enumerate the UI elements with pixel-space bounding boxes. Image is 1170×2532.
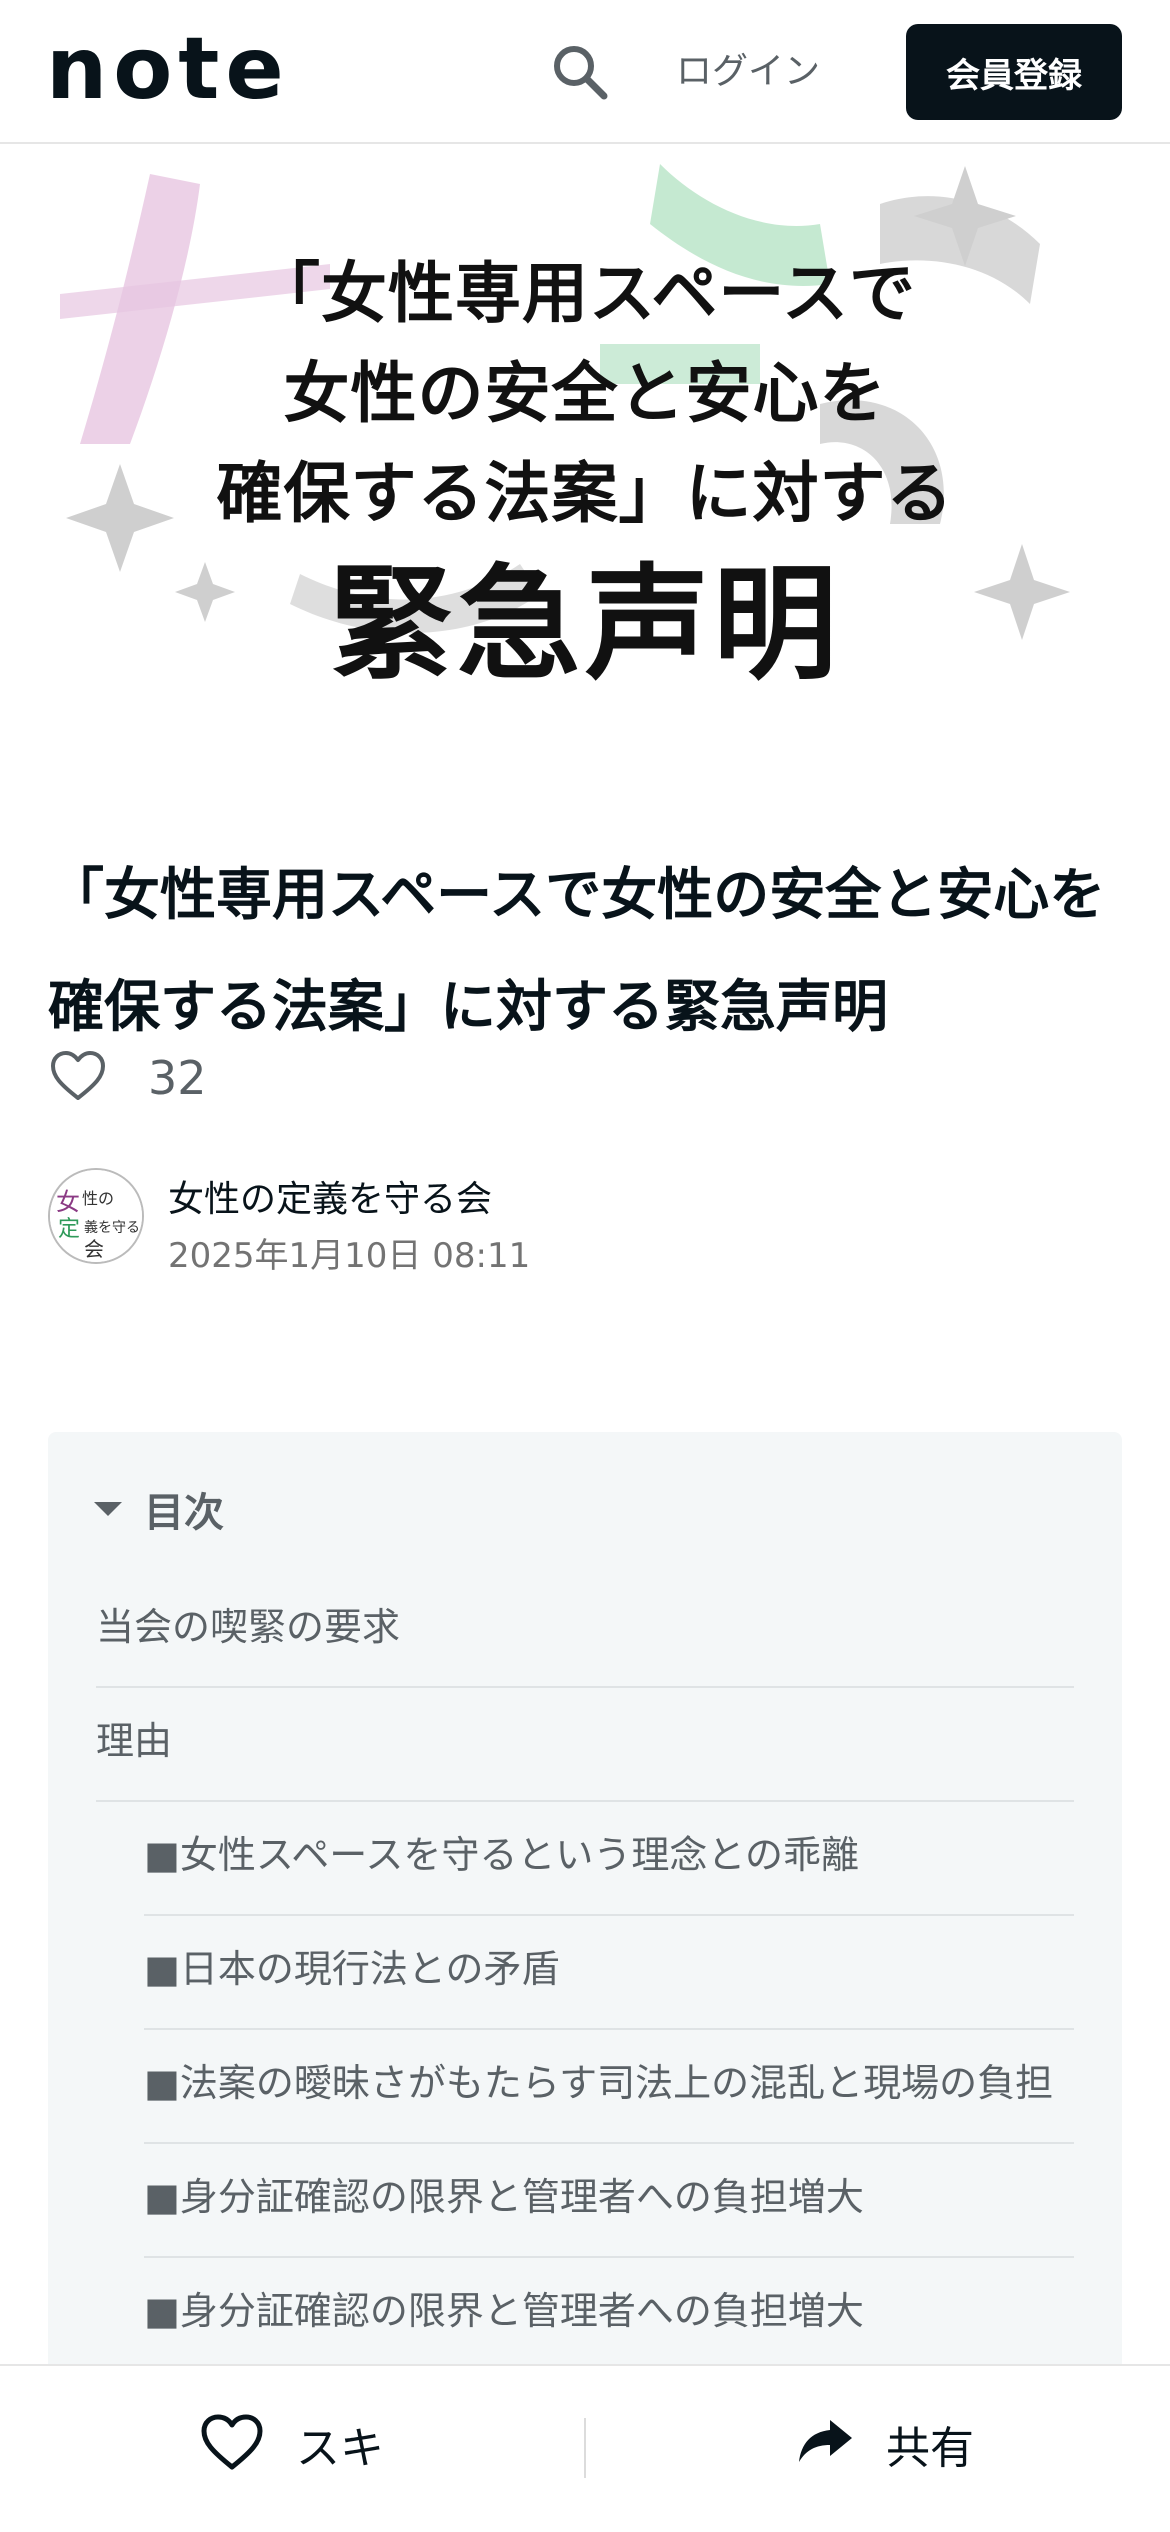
toc-subitem[interactable]: ■日本の現行法との矛盾: [144, 1916, 1074, 2030]
toc-subitem[interactable]: ■女性スペースを守るという理念との乖離: [144, 1802, 1074, 1916]
note-logo[interactable]: note: [46, 36, 346, 106]
site-header: note ログイン 会員登録: [0, 0, 1170, 144]
toc-subitem[interactable]: ■身分証確認の限界と管理者への負担増大: [144, 2144, 1074, 2258]
toc-label: 目次: [144, 1490, 224, 1536]
like-count: 32: [148, 1051, 207, 1105]
toc-subitem[interactable]: ■身分証確認の限界と管理者への負担増大: [144, 2258, 1074, 2372]
svg-text:性の: 性の: [82, 1189, 114, 1208]
toc-item[interactable]: 当会の喫緊の要求: [96, 1574, 1074, 1688]
search-icon[interactable]: [548, 40, 612, 104]
suki-label: スキ: [296, 2423, 384, 2474]
hero-text: 「女性専用スペースで 女性の安全と安心を 確保する法案」に対する 緊急声明: [0, 244, 1170, 700]
share-arrow-icon: [796, 2416, 854, 2472]
heart-icon: [200, 2413, 264, 2475]
svg-text:会: 会: [84, 1237, 104, 1261]
hero-image: 「女性専用スペースで 女性の安全と安心を 確保する法案」に対する 緊急声明: [0, 144, 1170, 744]
divider: [584, 2418, 586, 2478]
like-summary[interactable]: 32: [50, 1046, 207, 1110]
svg-text:note: note: [46, 36, 290, 106]
signup-button[interactable]: 会員登録: [906, 24, 1122, 120]
hero-headline: 緊急声明: [328, 553, 841, 697]
hero-line-3: 確保する法案」に対する: [216, 455, 954, 532]
share-label: 共有: [886, 2423, 974, 2474]
svg-text:女: 女: [56, 1188, 80, 1216]
hero-line-2: 女性の安全と安心を: [283, 355, 887, 432]
toc-toggle[interactable]: 目次: [94, 1480, 224, 1538]
hero-line-1: 「女性専用スペースで: [253, 255, 917, 332]
caret-down-icon: [94, 1502, 122, 1516]
login-link[interactable]: ログイン: [676, 44, 820, 100]
heart-icon[interactable]: [50, 1050, 106, 1106]
share-button[interactable]: 共有: [796, 2406, 974, 2482]
avatar[interactable]: 女 性の 定 義を守る 会: [48, 1168, 144, 1264]
table-of-contents: 目次 当会の喫緊の要求 理由 ■女性スペースを守るという理念との乖離 ■日本の現…: [48, 1432, 1122, 2432]
svg-text:義を守る: 義を守る: [84, 1219, 140, 1236]
bottom-action-bar: スキ 共有: [0, 2364, 1170, 2532]
toc-list: 当会の喫緊の要求 理由 ■女性スペースを守るという理念との乖離 ■日本の現行法と…: [96, 1574, 1074, 2372]
author-name[interactable]: 女性の定義を守る会: [168, 1170, 492, 1222]
toc-subitem[interactable]: ■法案の曖昧さがもたらす司法上の混乱と現場の負担: [144, 2030, 1074, 2144]
article-title: 「女性専用スペースで女性の安全と安心を確保する法案」に対する緊急声明: [48, 863, 1106, 1040]
svg-text:定: 定: [58, 1217, 80, 1242]
publish-date: 2025年1月10日 08:11: [168, 1236, 531, 1276]
suki-button[interactable]: スキ: [200, 2406, 384, 2482]
toc-item[interactable]: 理由: [96, 1688, 1074, 1802]
